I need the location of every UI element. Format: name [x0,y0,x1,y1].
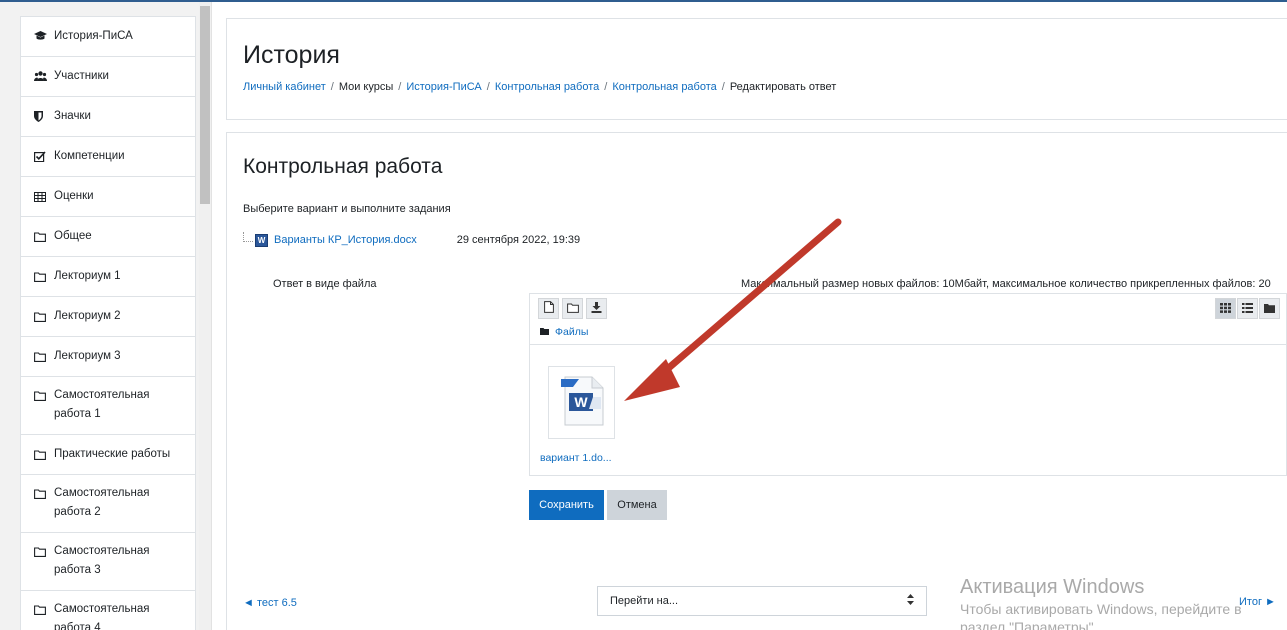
tree-connector [243,232,253,242]
folder-icon [34,600,50,619]
course-sidebar: История-ПиСА Участники Значки Компетенци… [0,2,212,630]
scrollbar-thumb[interactable] [200,6,210,204]
prev-activity-link[interactable]: ◄ тест 6.5 [243,597,297,609]
file-manager-toolbar: Файлы [530,294,1286,345]
sidebar-item-lectorium-1[interactable]: Лекториум 1 [21,257,195,297]
list-icon [1242,302,1253,316]
sidebar-item-lectorium-2[interactable]: Лекториум 2 [21,297,195,337]
breadcrumb-my-courses: Мои курсы [338,81,394,93]
breadcrumb-separator: / [721,81,725,93]
breadcrumb-assignment[interactable]: Контрольная работа [612,81,716,93]
sidebar-item-competencies[interactable]: Компетенции [21,137,195,177]
view-tree-button[interactable] [1259,298,1280,319]
word-file-icon: W [255,233,268,247]
attachment-link[interactable]: Варианты КР_История.docx [274,234,417,246]
page-title: История [243,41,340,69]
folder-icon [34,445,50,464]
file-manager-content: W вариант 1.do... [530,346,1286,475]
sidebar-item-independent-work-3[interactable]: Самостоятельная работа 3 [21,533,195,591]
jump-to-select[interactable]: Перейти на... [597,586,927,616]
sidebar-item-independent-work-1[interactable]: Самостоятельная работа 1 [21,377,195,435]
table-icon [34,187,50,206]
sidebar-item-general[interactable]: Общее [21,217,195,257]
sidebar-item-practical-works[interactable]: Практические работы [21,435,195,475]
folder-icon [34,386,50,405]
file-icon [543,301,554,316]
download-icon [591,301,602,316]
folder-solid-icon [540,326,549,338]
breadcrumb-separator: / [398,81,402,93]
sidebar-item-badges[interactable]: Значки [21,97,195,137]
sidebar-item-independent-work-4[interactable]: Самостоятельная работа 4 [21,591,195,630]
graduation-cap-icon [34,27,50,46]
select-updown-icon [907,594,914,608]
folder-solid-icon [1264,302,1275,316]
breadcrumb-section[interactable]: Контрольная работа [495,81,599,93]
view-icons-button[interactable] [1215,298,1236,319]
breadcrumb-separator: / [486,81,490,93]
breadcrumb-current: Редактировать ответ [729,81,837,93]
breadcrumb-course[interactable]: История-ПиСА [406,81,481,93]
sidebar-item-course-home[interactable]: История-ПиСА [21,17,195,57]
grid-icon [1220,302,1231,316]
answer-label: Ответ в виде файла [273,278,377,290]
file-manager-path: Файлы [540,326,588,338]
attachment-date: 29 сентября 2022, 19:39 [456,234,581,246]
shield-icon [34,107,50,126]
sidebar-item-participants[interactable]: Участники [21,57,195,97]
file-manager: Файлы W вариант 1.do... [529,293,1287,476]
sidebar-item-independent-work-2[interactable]: Самостоятельная работа 2 [21,475,195,533]
sidebar-item-lectorium-3[interactable]: Лекториум 3 [21,337,195,377]
folder-icon [34,484,50,503]
download-all-button[interactable] [586,298,607,319]
file-thumbnail[interactable]: W [548,366,615,439]
assignment-title: Контрольная работа [243,155,443,178]
jump-to-label: Перейти на... [610,595,679,607]
folder-icon [34,307,50,326]
breadcrumb-separator: / [330,81,334,93]
sidebar-scrollbar[interactable] [199,2,211,630]
svg-text:W: W [574,394,588,410]
sidebar-item-grades[interactable]: Оценки [21,177,195,217]
save-button[interactable]: Сохранить [529,490,604,520]
users-icon [34,67,50,86]
file-name-link[interactable]: вариант 1.do... [540,452,612,464]
folder-icon [34,542,50,561]
next-activity-link[interactable]: Итог ► [1239,596,1276,608]
breadcrumb-separator: / [604,81,608,93]
create-folder-button[interactable] [562,298,583,319]
attachment-row: W Варианты КР_История.docx 29 сентября 2… [243,229,580,251]
course-nav: История-ПиСА Участники Значки Компетенци… [20,16,196,630]
assignment-card: Контрольная работа Выберите вариант и вы… [226,132,1287,630]
assignment-instructions: Выберите вариант и выполните задания [243,203,451,215]
path-files-link[interactable]: Файлы [555,326,588,338]
word-document-icon: W [559,375,605,430]
breadcrumb-dashboard[interactable]: Личный кабинет [243,81,326,93]
add-file-button[interactable] [538,298,559,319]
breadcrumb: Личный кабинет / Мои курсы / История-ПиСА / Ко… [243,81,836,93]
folder-icon [34,347,50,366]
folder-icon [566,302,579,316]
page-header: История Личный кабинет / Мои курсы / История… [226,18,1287,120]
cancel-button[interactable]: Отмена [607,490,667,520]
checkbox-icon [34,147,50,166]
file-tile[interactable]: W вариант 1.do... [540,362,615,464]
folder-icon [34,227,50,246]
max-size-info: Максимальный размер новых файлов: 10Мбай… [741,278,1271,290]
view-list-button[interactable] [1237,298,1258,319]
folder-icon [34,267,50,286]
